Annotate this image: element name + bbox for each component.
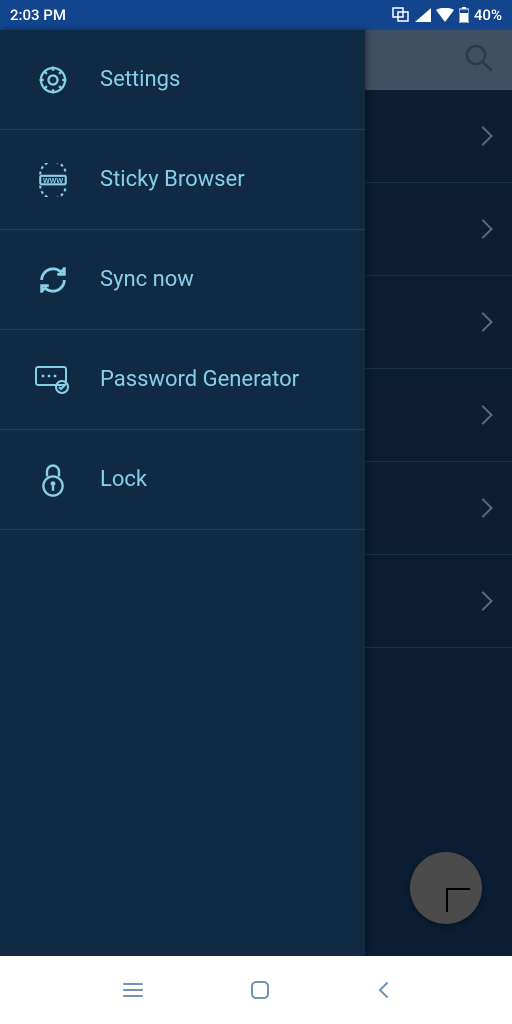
drawer-item-browser[interactable]: WWW Sticky Browser [0, 130, 365, 230]
svg-text:WWW: WWW [43, 176, 63, 184]
globe-www-icon: WWW [34, 163, 72, 197]
drawer-item-password-generator[interactable]: Password Generator [0, 330, 365, 430]
sync-icon [34, 263, 72, 297]
multi-window-icon [392, 7, 410, 23]
chevron-right-icon [473, 591, 493, 611]
chevron-right-icon [473, 498, 493, 518]
status-bar: 2:03 PM 40% [0, 0, 512, 30]
password-card-icon [34, 365, 72, 395]
system-nav-bar [0, 956, 512, 1024]
drawer-item-label: Password Generator [100, 367, 299, 392]
back-button[interactable] [375, 978, 391, 1002]
navigation-drawer: Settings WWW Sticky Browser [0, 30, 365, 956]
drawer-item-lock[interactable]: Lock [0, 430, 365, 530]
home-button[interactable] [248, 978, 272, 1002]
wifi-icon [436, 8, 454, 22]
cell-signal-icon [415, 8, 431, 22]
gear-icon [34, 63, 72, 97]
drawer-item-sync[interactable]: Sync now [0, 230, 365, 330]
search-icon[interactable] [464, 43, 494, 77]
chevron-right-icon [473, 312, 493, 332]
add-button[interactable] [410, 852, 482, 924]
lock-icon [34, 462, 72, 498]
chevron-right-icon [473, 219, 493, 239]
drawer-item-label: Lock [100, 467, 147, 492]
chevron-right-icon [473, 126, 493, 146]
recents-button[interactable] [121, 980, 145, 1000]
status-time: 2:03 PM [10, 6, 66, 24]
drawer-item-label: Sync now [100, 267, 194, 292]
battery-pct: 40% [474, 6, 502, 24]
status-icons: 40% [392, 6, 502, 24]
chevron-right-icon [473, 405, 493, 425]
drawer-item-label: Settings [100, 67, 180, 92]
drawer-item-label: Sticky Browser [100, 167, 245, 192]
drawer-item-settings[interactable]: Settings [0, 30, 365, 130]
battery-icon [459, 7, 469, 23]
